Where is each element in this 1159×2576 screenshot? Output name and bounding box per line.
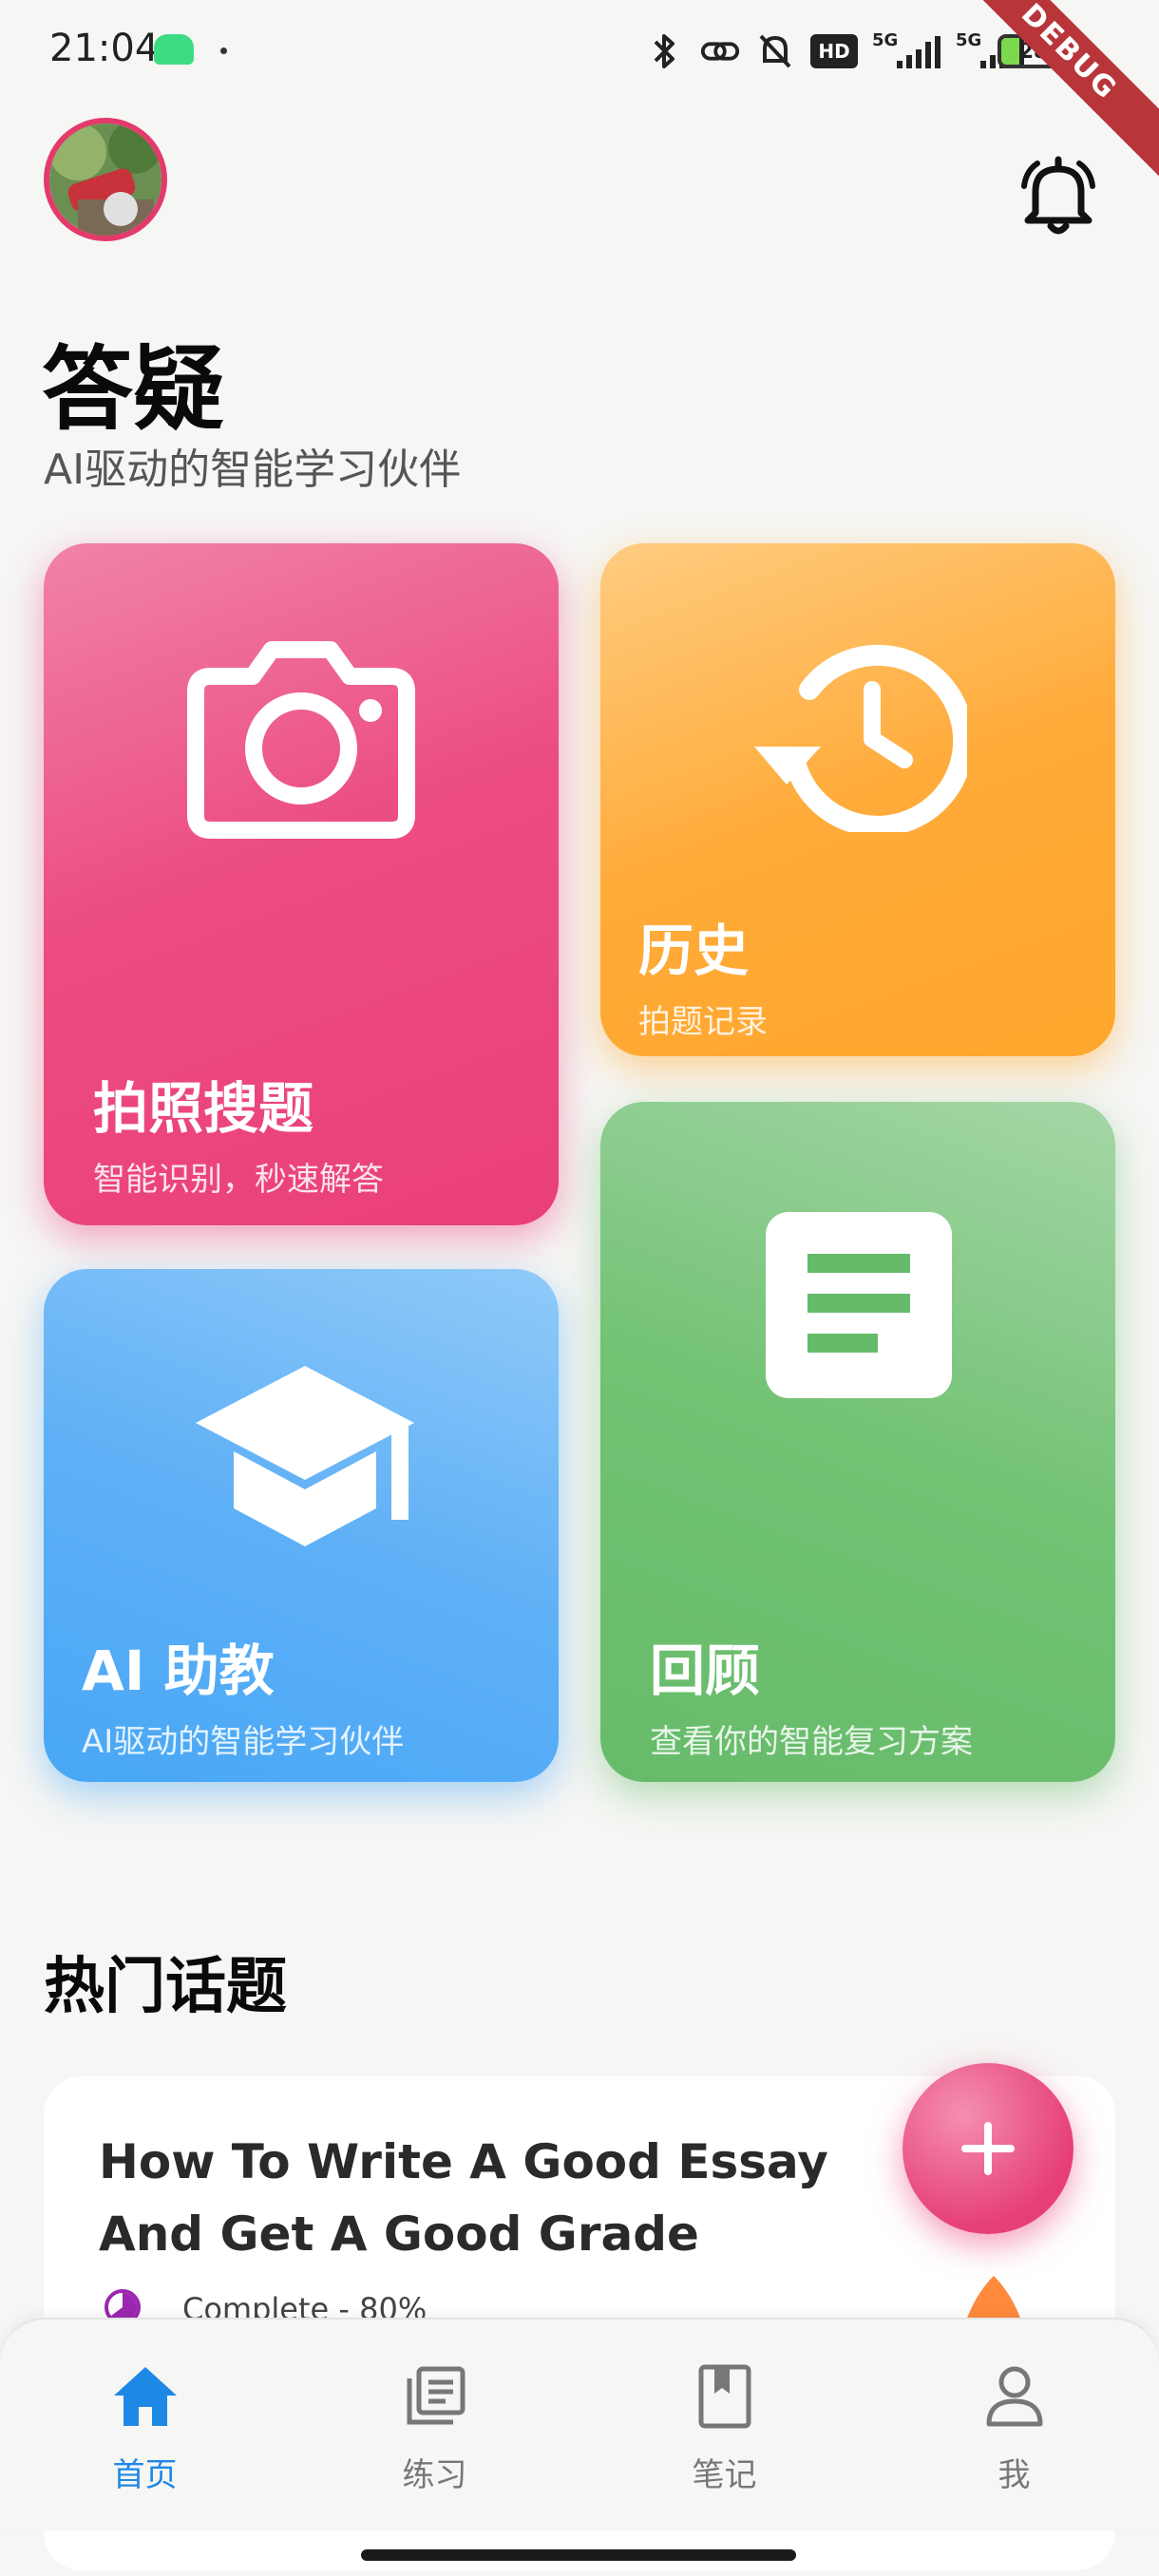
graduation-cap-icon <box>186 1356 424 1556</box>
signal-icon-1: 5G <box>872 30 942 72</box>
tile-name: 历史 <box>638 919 750 983</box>
home-icon <box>112 2363 179 2430</box>
bottom-nav: 首页 练习 笔记 我 <box>0 2318 1159 2530</box>
tile-ai-tutor[interactable]: AI 助教 AI驱动的智能学习伙伴 <box>44 1269 559 1782</box>
tile-desc: 拍题记录 <box>638 1003 768 1041</box>
nav-item-me[interactable]: 我 <box>869 2320 1159 2532</box>
tile-name: AI 助教 <box>82 1638 275 1703</box>
tile-history[interactable]: 历史 拍题记录 <box>600 543 1115 1056</box>
person-icon <box>981 2363 1048 2430</box>
nav-label: 首页 <box>112 2456 178 2494</box>
nav-item-notes[interactable]: 笔记 <box>580 2320 869 2532</box>
tile-desc: 智能识别，秒速解答 <box>93 1161 384 1199</box>
gesture-home-bar[interactable] <box>361 2549 796 2561</box>
nav-label: 练习 <box>402 2456 467 2494</box>
tile-desc: 查看你的智能复习方案 <box>650 1723 973 1761</box>
nav-item-home[interactable]: 首页 <box>0 2320 290 2532</box>
nav-label: 我 <box>998 2456 1031 2494</box>
section-heading-hot-topics: 热门话题 <box>44 1952 287 2022</box>
library-icon <box>402 2363 468 2430</box>
bell-muted-icon <box>754 30 796 72</box>
tile-photo-search[interactable]: 拍照搜题 智能识别，秒速解答 <box>44 543 559 1225</box>
status-icons: HD 5G 5G <box>644 25 1026 78</box>
notification-bell-icon[interactable] <box>1013 150 1104 241</box>
hd-badge: HD <box>809 30 859 72</box>
camera-icon <box>177 635 426 843</box>
android-icon <box>154 34 194 65</box>
page-subtitle: AI驱动的智能学习伙伴 <box>44 445 462 494</box>
app-screen: 21:04 HD 5G 5G 28 DEBUG 答疑 AI驱动的智能学习伙伴 拍… <box>0 0 1159 2576</box>
bookmark-book-icon <box>692 2363 758 2430</box>
status-bar: 21:04 HD 5G 5G 28 DEBUG <box>0 0 1159 180</box>
nav-item-practice[interactable]: 练习 <box>290 2320 580 2532</box>
nav-label: 笔记 <box>692 2456 757 2494</box>
tile-desc: AI驱动的智能学习伙伴 <box>82 1723 405 1761</box>
tile-review[interactable]: 回顾 查看你的智能复习方案 <box>600 1102 1115 1782</box>
notification-dot-icon <box>220 47 227 54</box>
notes-icon <box>766 1212 952 1398</box>
history-icon <box>749 633 975 837</box>
status-time: 21:04 <box>49 27 160 70</box>
avatar[interactable] <box>44 118 167 241</box>
topic-title: How To Write A Good Essay And Get A Good… <box>99 2134 828 2262</box>
add-fab-button[interactable] <box>902 2063 1074 2234</box>
tile-name: 回顾 <box>650 1638 761 1703</box>
page-title: 答疑 <box>42 336 224 443</box>
tile-name: 拍照搜题 <box>93 1076 314 1141</box>
bluetooth-icon <box>644 30 686 72</box>
link-icon <box>699 30 741 72</box>
